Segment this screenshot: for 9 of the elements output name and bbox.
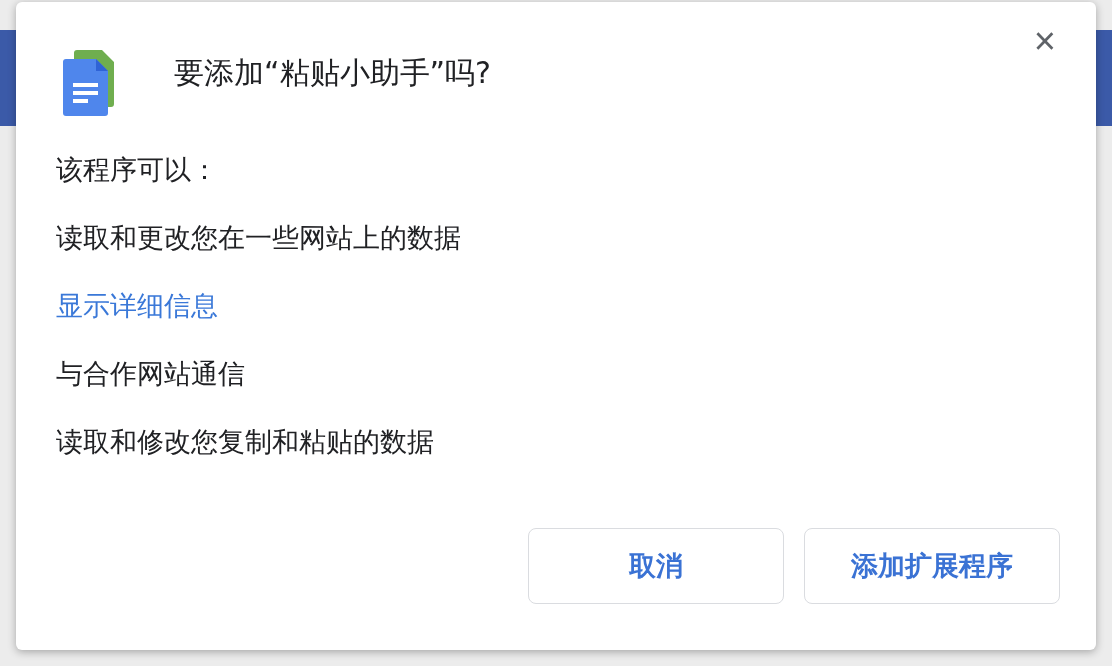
permission-text: 与合作网站通信 — [56, 357, 245, 391]
intro-text: 该程序可以： — [56, 153, 218, 187]
cancel-button[interactable]: 取消 — [528, 528, 784, 604]
add-extension-button[interactable]: 添加扩展程序 — [804, 528, 1060, 604]
dialog-title: 要添加“粘贴小助手”吗? — [174, 53, 492, 92]
permission-text: 读取和更改您在一些网站上的数据 — [56, 221, 461, 255]
permission-text: 读取和修改您复制和粘贴的数据 — [56, 425, 434, 459]
details-link[interactable]: 显示详细信息 — [56, 288, 218, 324]
close-button[interactable]: × — [1029, 22, 1060, 60]
